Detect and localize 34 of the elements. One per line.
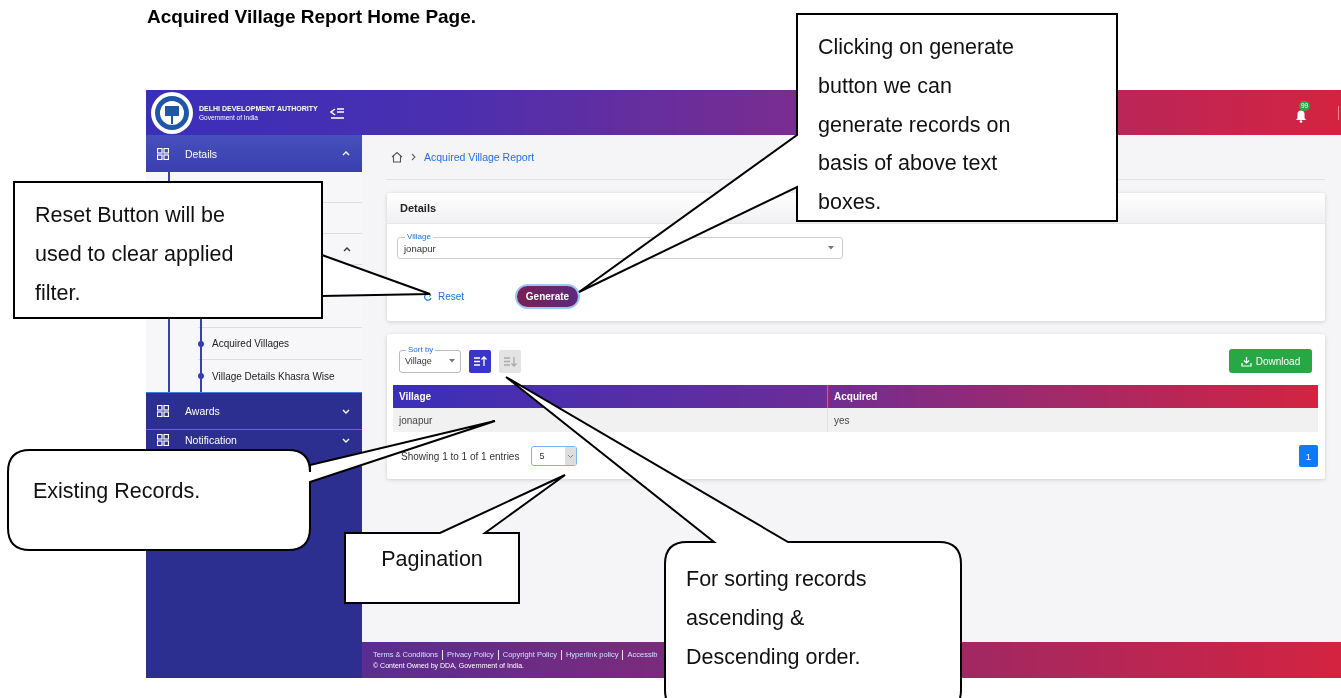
home-icon[interactable] <box>391 151 403 163</box>
grid-icon <box>157 405 169 417</box>
entries-info: Showing 1 to 1 of 1 entries <box>401 450 520 462</box>
sort-ascending-button[interactable] <box>469 349 491 373</box>
sidebar-item[interactable]: Details <box>146 135 362 172</box>
emblem-logo <box>150 90 194 135</box>
chevron-down-icon[interactable] <box>342 407 350 415</box>
breadcrumb-link[interactable]: Acquired Village Report <box>424 151 535 163</box>
callout-text: Existing Records. <box>33 478 201 505</box>
chevron-down-icon[interactable] <box>342 436 350 444</box>
sort-icon <box>473 354 487 368</box>
callout-text: For sorting records ascending & Descending order. <box>686 566 867 671</box>
menu-collapse-icon[interactable] <box>330 106 345 119</box>
dropdown-caret-icon <box>828 246 834 250</box>
sort-icon <box>503 354 517 368</box>
grid-icon <box>157 434 169 446</box>
column-header: Village <box>393 385 828 408</box>
generate-button[interactable]: Generate <box>515 284 580 309</box>
table-cell: yes <box>827 408 1318 432</box>
column-header: Acquired <box>827 385 1318 408</box>
chevron-up-icon[interactable] <box>343 245 351 253</box>
sidebar-subitem[interactable]: Village Details Khasra Wise <box>212 370 335 382</box>
page-button[interactable]: 1 <box>1299 445 1318 467</box>
callout-text: Pagination <box>380 546 484 573</box>
grid-icon <box>157 147 169 160</box>
callout-text: Reset Button will be used to clear applied filter. <box>35 202 234 307</box>
dropdown-caret-icon <box>449 359 455 363</box>
chevron-down-icon <box>567 453 575 459</box>
table-cell: jonapur <box>393 408 828 432</box>
page-size-select[interactable]: 5 <box>531 446 578 466</box>
page-heading: Acquired Village Report Home Page. <box>147 5 477 29</box>
sidebar-subitem[interactable]: Acquired Villages <box>212 338 290 349</box>
chevron-right-icon <box>411 153 416 161</box>
download-icon <box>1240 355 1252 367</box>
